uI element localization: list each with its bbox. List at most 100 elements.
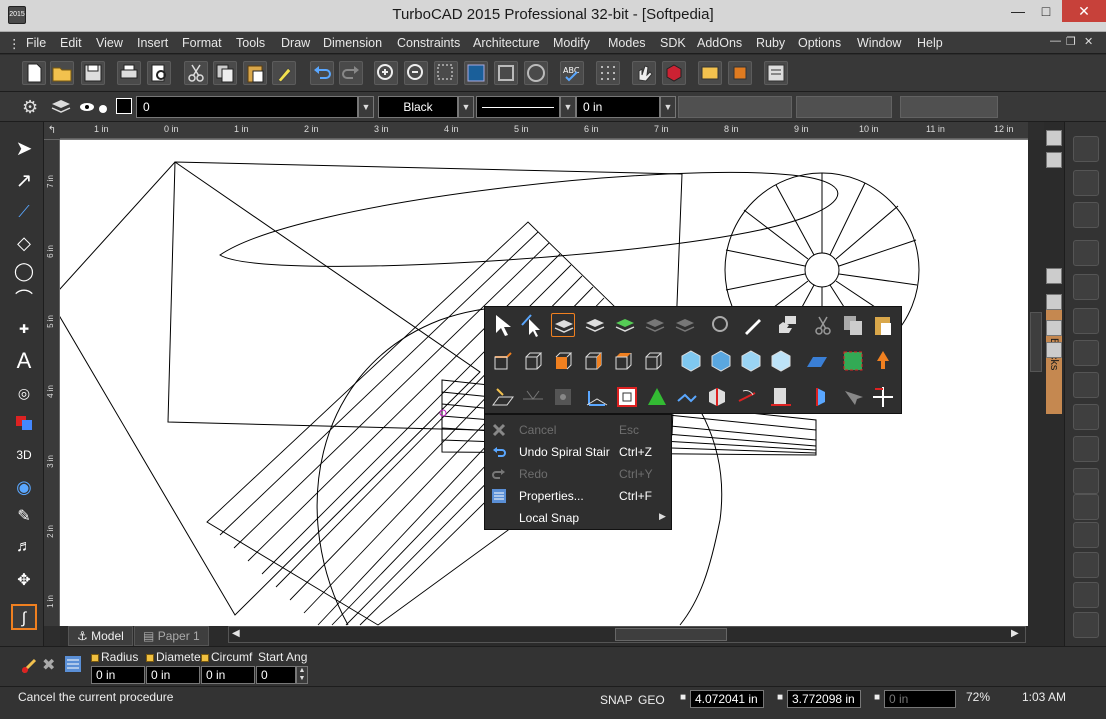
loft-icon[interactable] bbox=[1073, 552, 1099, 578]
properties-icon[interactable] bbox=[64, 655, 82, 673]
print-icon[interactable] bbox=[117, 61, 141, 85]
linestyle-dropdown-button[interactable]: ▼ bbox=[560, 96, 576, 118]
copy-icon[interactable] bbox=[841, 313, 865, 337]
eraser-tool-icon[interactable]: ✎ bbox=[11, 504, 37, 530]
snap-toggle[interactable]: SNAP bbox=[600, 693, 633, 707]
start-angle-field[interactable]: 0 bbox=[256, 666, 296, 684]
zoom-previous-icon[interactable] bbox=[524, 61, 548, 85]
cube-top-icon[interactable] bbox=[611, 349, 635, 373]
x-lock-icon[interactable]: ■ bbox=[680, 692, 686, 703]
open-folder-icon[interactable] bbox=[50, 61, 74, 85]
3d-tool-icon[interactable]: 3D bbox=[11, 442, 37, 468]
mirror-icon[interactable] bbox=[1073, 340, 1099, 366]
dim-arrow-icon[interactable] bbox=[841, 385, 865, 409]
pencil-icon[interactable] bbox=[741, 313, 765, 337]
extrude-icon[interactable] bbox=[1073, 404, 1099, 430]
line-width-dropdown-button[interactable]: ▼ bbox=[660, 96, 676, 118]
vertical-scrollbar[interactable] bbox=[1028, 140, 1044, 626]
visibility-icon[interactable] bbox=[78, 96, 114, 118]
menu-modes[interactable]: Modes bbox=[608, 36, 646, 50]
color-field[interactable]: Black bbox=[378, 96, 458, 118]
spiral-stair-tool-icon[interactable]: ∫ bbox=[11, 604, 37, 630]
close-button[interactable]: ✕ bbox=[1062, 0, 1106, 22]
curve-tool-icon[interactable]: ⌒ bbox=[11, 286, 37, 312]
maximize-button[interactable]: □ bbox=[1032, 0, 1060, 22]
menu-item-cancel[interactable]: Cancel Esc bbox=[485, 419, 673, 441]
menu-insert[interactable]: Insert bbox=[137, 36, 168, 50]
highlight-icon[interactable] bbox=[1073, 468, 1099, 494]
axis-icon[interactable] bbox=[585, 385, 609, 409]
menu-item-undo[interactable]: Undo Spiral Stair Ctrl+Z bbox=[485, 441, 673, 463]
zoom-extents-icon[interactable] bbox=[464, 61, 488, 85]
transform-icon[interactable] bbox=[1073, 240, 1099, 266]
color-dropdown-button[interactable]: ▼ bbox=[458, 96, 474, 118]
redo-icon[interactable] bbox=[339, 61, 363, 85]
move-cross-icon[interactable] bbox=[871, 385, 895, 409]
workplane-grid-icon[interactable] bbox=[551, 385, 575, 409]
copy-array-icon[interactable] bbox=[1073, 308, 1099, 334]
menu-dimension[interactable]: Dimension bbox=[323, 36, 382, 50]
geo-toggle[interactable]: GEO bbox=[638, 693, 665, 707]
cancel-icon[interactable]: ✖ bbox=[42, 655, 58, 675]
edit-tool-icon[interactable] bbox=[519, 313, 543, 337]
plane-icon[interactable] bbox=[805, 349, 829, 373]
hatch-tool-icon[interactable] bbox=[11, 410, 37, 436]
iso-cube-1-icon[interactable] bbox=[679, 349, 703, 373]
menu-draw[interactable]: Draw bbox=[281, 36, 310, 50]
shell-icon[interactable] bbox=[1073, 494, 1099, 520]
horizontal-scrollbar[interactable]: ◀ ▶ bbox=[228, 626, 1026, 643]
mdi-close-button[interactable]: ✕ bbox=[1084, 35, 1093, 48]
workplane-align-icon[interactable] bbox=[491, 385, 515, 409]
menu-constraints[interactable]: Constraints bbox=[397, 36, 460, 50]
tab-paper-1[interactable]: ▤ Paper 1 bbox=[134, 626, 209, 646]
render-icon[interactable] bbox=[841, 349, 865, 373]
layer-color-swatch[interactable] bbox=[116, 98, 132, 114]
iso-cube-4-icon[interactable] bbox=[769, 349, 793, 373]
scroll-right-icon[interactable]: ▶ bbox=[1011, 628, 1019, 639]
minimize-button[interactable]: — bbox=[1004, 0, 1032, 22]
radius-field[interactable]: 0 in bbox=[91, 666, 145, 684]
iso-cube-2-icon[interactable] bbox=[709, 349, 733, 373]
dimension-tool-icon[interactable]: ◎ bbox=[11, 380, 37, 406]
workplane-by-facet-icon[interactable] bbox=[521, 385, 545, 409]
y-lock-icon[interactable]: ■ bbox=[777, 692, 783, 703]
cut-icon[interactable] bbox=[811, 313, 835, 337]
undo-icon[interactable] bbox=[310, 61, 334, 85]
menu-format[interactable]: Format bbox=[182, 36, 222, 50]
menu-window[interactable]: Window bbox=[857, 36, 901, 50]
menu-item-properties[interactable]: Properties... Ctrl+F bbox=[485, 485, 673, 507]
print-preview-icon[interactable] bbox=[147, 61, 171, 85]
vertical-scroll-thumb[interactable] bbox=[1030, 312, 1042, 372]
target-box-icon[interactable] bbox=[615, 385, 639, 409]
layer-field[interactable]: 0 bbox=[136, 96, 358, 118]
cube-side-icon[interactable] bbox=[581, 349, 605, 373]
edit-tool-icon[interactable]: ↗ bbox=[11, 168, 37, 194]
mdi-minimize-button[interactable]: — bbox=[1050, 35, 1061, 47]
workplane-icon[interactable] bbox=[491, 349, 515, 373]
layer-dropdown-button[interactable]: ▼ bbox=[358, 96, 374, 118]
menu-options[interactable]: Options bbox=[798, 36, 841, 50]
paste-icon[interactable] bbox=[243, 61, 267, 85]
grid-icon[interactable] bbox=[596, 61, 620, 85]
point-tool-icon[interactable]: ✚ bbox=[11, 316, 37, 342]
green-pyramid-icon[interactable] bbox=[645, 385, 669, 409]
layer-stack-icon[interactable] bbox=[50, 96, 72, 118]
copy-icon[interactable] bbox=[213, 61, 237, 85]
menu-edit[interactable]: Edit bbox=[60, 36, 82, 50]
tab-model[interactable]: ⚓ Model bbox=[68, 626, 133, 646]
select-arrow-icon[interactable]: ➤ bbox=[11, 136, 37, 162]
menu-sdk[interactable]: SDK bbox=[660, 36, 686, 50]
diameter-field[interactable]: 0 in bbox=[146, 666, 200, 684]
palette-icon-4[interactable] bbox=[1046, 294, 1062, 310]
format-painter-icon[interactable] bbox=[272, 61, 296, 85]
revolve-icon[interactable] bbox=[1073, 436, 1099, 462]
line-width-field[interactable]: 0 in bbox=[576, 96, 660, 118]
layer-select-icon[interactable] bbox=[551, 313, 575, 337]
lock-icon[interactable] bbox=[201, 654, 209, 662]
lock-icon[interactable] bbox=[146, 654, 154, 662]
boolean-icon[interactable] bbox=[1073, 136, 1099, 162]
menu-item-local-snap[interactable]: Local Snap ▶ bbox=[485, 507, 673, 529]
menu-tools[interactable]: Tools bbox=[236, 36, 265, 50]
palette-icon-5[interactable] bbox=[1046, 320, 1062, 336]
start-angle-spinner[interactable]: ▲ ▼ bbox=[296, 666, 308, 684]
